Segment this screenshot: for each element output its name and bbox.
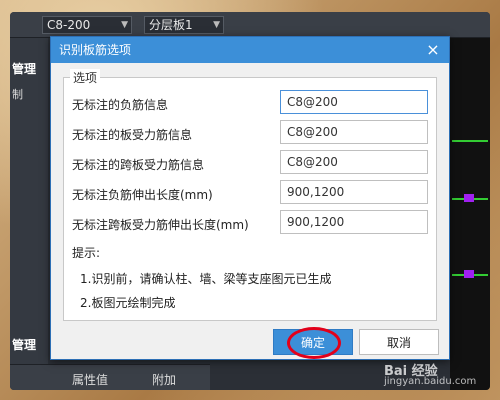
rebar-line bbox=[452, 140, 488, 142]
layer-value: 分层板1 bbox=[149, 18, 193, 32]
cancel-button[interactable]: 取消 bbox=[359, 329, 439, 355]
steel-spec-combo[interactable]: C8-200 ▼ bbox=[42, 16, 132, 34]
property-bar: 属性值 附加 bbox=[10, 364, 210, 390]
slab-rebar-input[interactable] bbox=[280, 120, 428, 144]
cross-slab-length-label: 无标注跨板受力筋伸出长度(mm) bbox=[72, 218, 249, 232]
drawing-canvas[interactable] bbox=[450, 38, 490, 390]
top-toolbar: C8-200 ▼ 分层板1 ▼ bbox=[10, 12, 490, 38]
neg-rebar-label: 无标注的负筋信息 bbox=[72, 98, 169, 112]
extra-header: 附加 bbox=[152, 373, 177, 387]
hint-title: 提示: bbox=[72, 246, 101, 260]
slab-rebar-label: 无标注的板受力筋信息 bbox=[72, 128, 193, 142]
neg-rebar-length-input[interactable] bbox=[280, 180, 428, 204]
rebar-marker bbox=[464, 194, 474, 202]
rebar-marker bbox=[464, 270, 474, 278]
dialog-title: 识别板筋选项 bbox=[59, 43, 132, 57]
ok-button[interactable]: 确定 bbox=[273, 329, 353, 355]
left-panel: 管理 制 管理 bbox=[10, 38, 48, 390]
neg-rebar-input[interactable] bbox=[280, 90, 428, 114]
cross-slab-length-input[interactable] bbox=[280, 210, 428, 234]
dialog-titlebar: 识别板筋选项 × bbox=[51, 37, 449, 63]
options-group: 选项 无标注的负筋信息 无标注的板受力筋信息 无标注的跨板受力筋信息 无标注负筋… bbox=[63, 69, 437, 321]
watermark-url: jingyan.baidu.com bbox=[384, 376, 477, 387]
hint-line-2: 2.板图元绘制完成 bbox=[80, 296, 176, 310]
neg-rebar-length-label: 无标注负筋伸出长度(mm) bbox=[72, 188, 213, 202]
cross-slab-rebar-input[interactable] bbox=[280, 150, 428, 174]
steel-spec-value: C8-200 bbox=[47, 18, 91, 32]
close-icon[interactable]: × bbox=[423, 37, 443, 63]
layer-combo[interactable]: 分层板1 ▼ bbox=[144, 16, 224, 34]
property-value-header: 属性值 bbox=[72, 373, 109, 387]
options-group-title: 选项 bbox=[70, 69, 101, 86]
manage-label: 管理 bbox=[12, 62, 37, 76]
chevron-down-icon: ▼ bbox=[121, 20, 128, 30]
copy-label: 制 bbox=[12, 88, 23, 101]
recognize-rebar-dialog: 识别板筋选项 × 选项 无标注的负筋信息 无标注的板受力筋信息 无标注的跨板受力… bbox=[50, 36, 450, 360]
chevron-down-icon: ▼ bbox=[213, 20, 220, 30]
manage-label-bottom: 管理 bbox=[12, 338, 37, 352]
hint-line-1: 1.识别前，请确认柱、墙、梁等支座图元已生成 bbox=[80, 272, 332, 286]
cross-slab-rebar-label: 无标注的跨板受力筋信息 bbox=[72, 158, 205, 172]
